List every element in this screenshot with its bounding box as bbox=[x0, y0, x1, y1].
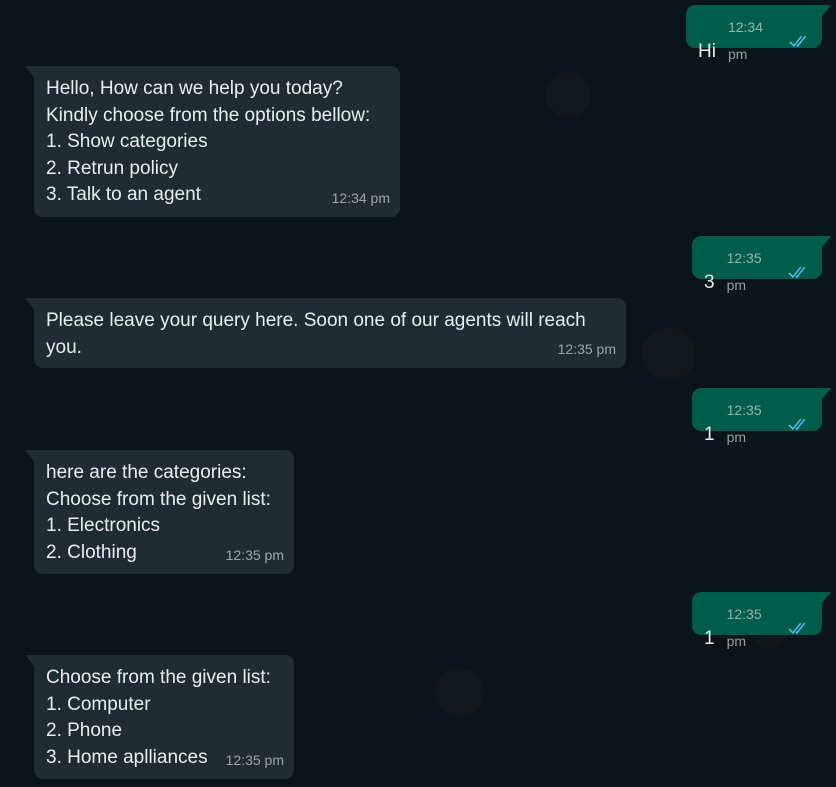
message-line: here are the categories: bbox=[46, 462, 247, 483]
message-outgoing[interactable]: 1 12:35 pm bbox=[692, 388, 831, 445]
message-line: 1. Show categories bbox=[46, 131, 208, 152]
message-line: Please leave your query here. Soon one o… bbox=[46, 310, 586, 331]
message-time: 12:34 pm bbox=[727, 19, 763, 62]
message-text: 1 bbox=[704, 627, 715, 649]
message-line: 1. Computer bbox=[46, 693, 151, 715]
message-line: 2. Retrun policy bbox=[46, 157, 179, 179]
message-outgoing[interactable]: 1 12:35 pm bbox=[692, 592, 831, 649]
message-line: Hello, How can we help you today? bbox=[46, 78, 343, 99]
message-line: 1. Electronics bbox=[46, 515, 161, 536]
message-text: 1 bbox=[704, 423, 715, 445]
chat-area: Hi 12:34 pm Hello, How can we help you t… bbox=[0, 0, 836, 787]
double-check-icon bbox=[788, 266, 806, 278]
message-meta: 12:34 pm bbox=[728, 14, 810, 67]
message-meta: 12:35 pm bbox=[727, 601, 810, 654]
message-time: 12:35 pm bbox=[557, 340, 616, 357]
message-time: 12:35 pm bbox=[726, 402, 762, 445]
message-incoming[interactable]: Hello, How can we help you today? Kindly… bbox=[25, 66, 400, 217]
message-text: Hi bbox=[698, 40, 716, 62]
message-line: Choose from the given list: bbox=[46, 667, 271, 688]
message-time: 12:34 pm bbox=[331, 189, 390, 206]
message-incoming[interactable]: Please leave your query here. Soon one o… bbox=[25, 298, 626, 368]
message-meta: 12:35 pm bbox=[558, 336, 616, 363]
message-line: Choose from the given list: bbox=[46, 488, 271, 510]
message-meta: 12:35 pm bbox=[727, 245, 810, 298]
message-outgoing[interactable]: 3 12:35 pm bbox=[692, 236, 831, 293]
message-incoming[interactable]: here are the categories: Choose from the… bbox=[25, 450, 294, 574]
message-time: 12:35 pm bbox=[726, 250, 762, 293]
message-line: 2. Phone bbox=[46, 720, 123, 741]
message-time: 12:35 pm bbox=[225, 546, 284, 563]
message-meta: 12:35 pm bbox=[226, 542, 284, 569]
message-meta: 12:35 pm bbox=[727, 397, 810, 450]
message-line: you. bbox=[46, 336, 82, 358]
message-meta: 12:35 pm bbox=[226, 747, 284, 774]
message-incoming[interactable]: Choose from the given list: 1. Computer … bbox=[25, 655, 294, 779]
message-time: 12:35 pm bbox=[225, 751, 284, 768]
message-text: 3 bbox=[704, 271, 715, 293]
double-check-icon bbox=[788, 418, 806, 430]
message-outgoing[interactable]: Hi 12:34 pm bbox=[686, 5, 831, 62]
message-line: Kindly choose from the options bellow: bbox=[46, 104, 371, 126]
double-check-icon bbox=[789, 35, 806, 47]
double-check-icon bbox=[788, 622, 806, 634]
message-meta: 12:34 pm bbox=[332, 185, 390, 212]
message-time: 12:35 pm bbox=[726, 606, 762, 649]
